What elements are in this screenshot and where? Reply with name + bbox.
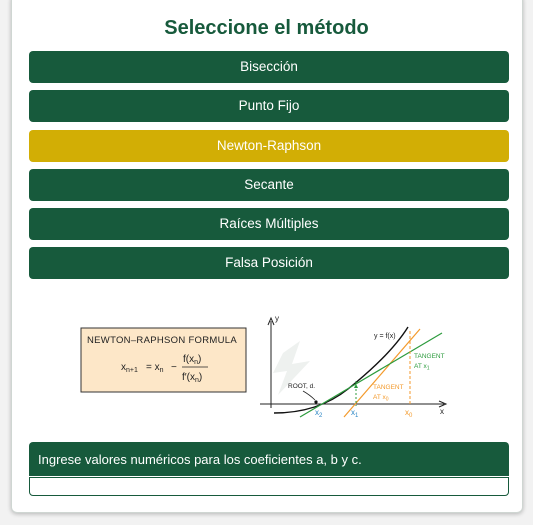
coefficients-input[interactable] xyxy=(29,477,509,496)
method-button-punto-fijo[interactable]: Punto Fijo xyxy=(29,90,509,122)
y-axis-label: y xyxy=(275,314,279,323)
newton-raphson-illustration: NEWTON–RAPHSON FORMULA xn+1 = xn − f(xn)… xyxy=(80,314,448,419)
instructions-banner: Ingrese valores numéricos para los coefi… xyxy=(29,442,509,476)
tangent-x1-label-line1: TANGENT xyxy=(414,353,445,360)
method-button-secante[interactable]: Secante xyxy=(29,169,509,201)
method-button-biseccion[interactable]: Bisección xyxy=(29,51,509,83)
curve-label: y = f(x) xyxy=(374,333,396,340)
root-point xyxy=(314,400,318,404)
method-button-falsa-posicion[interactable]: Falsa Posición xyxy=(29,247,509,279)
tangent-x1-label-line2: AT x1 xyxy=(414,363,430,372)
formula-minus: − xyxy=(171,362,177,373)
formula-numerator: f(xn) xyxy=(183,354,201,366)
x-axis-label: x xyxy=(440,407,444,416)
formula-denominator: f′(xn) xyxy=(182,372,202,384)
method-button-raices-multiples[interactable]: Raíces Múltiples xyxy=(29,208,509,240)
tangent-x0-label-line2: AT x0 xyxy=(373,394,389,403)
method-button-newton-raphson[interactable]: Newton-Raphson xyxy=(29,130,509,162)
formula-title: NEWTON–RAPHSON FORMULA xyxy=(87,335,237,346)
x2-label: x2 xyxy=(315,408,323,419)
page-title: Seleccione el método xyxy=(164,17,369,39)
x0-label: x0 xyxy=(405,408,413,419)
tangent-x0-label-line1: TANGENT xyxy=(373,384,404,391)
root-pointer xyxy=(302,390,316,401)
x1-label: x1 xyxy=(351,408,359,419)
root-label: ROOT, d. xyxy=(288,383,315,390)
